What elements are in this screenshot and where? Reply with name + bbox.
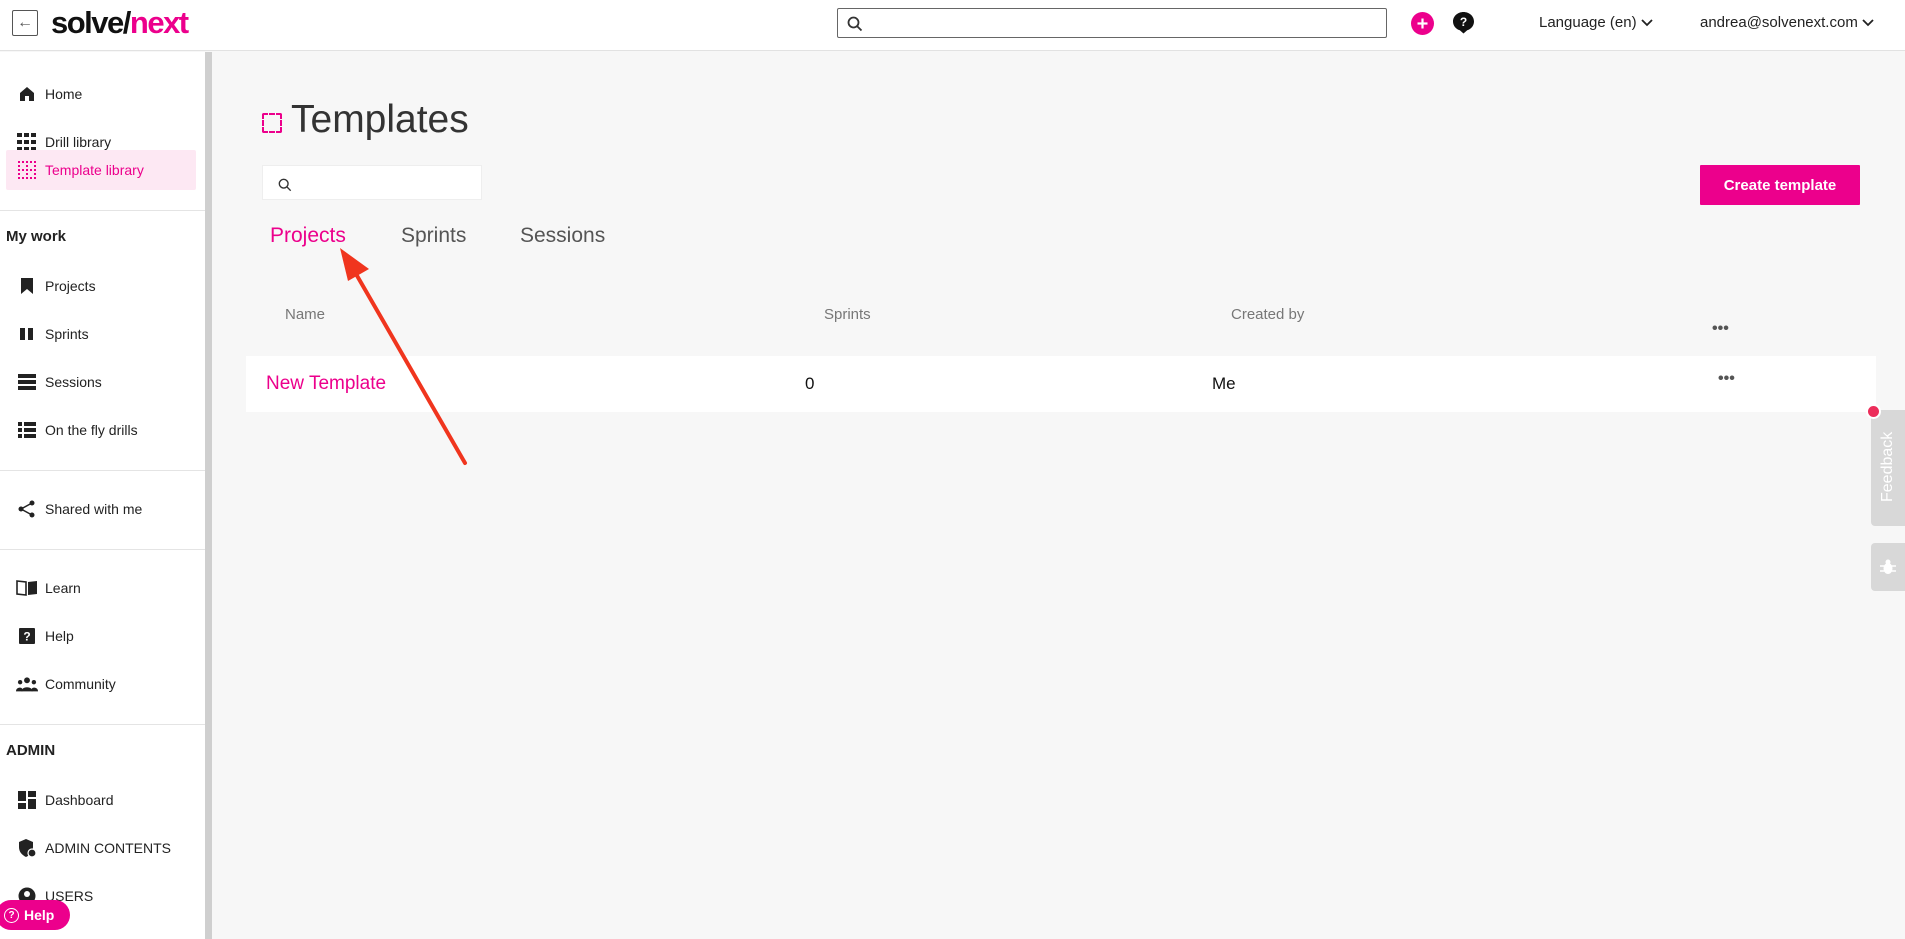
sidebar-scrollbar[interactable] <box>205 52 212 939</box>
sidebar-section-admin: ADMIN <box>6 742 56 759</box>
add-plus-icon[interactable] <box>1411 12 1434 35</box>
column-header-created-by[interactable]: Created by <box>1231 306 1304 323</box>
sidebar-item-label: Projects <box>45 278 96 294</box>
page-title: Templates <box>291 98 469 141</box>
feedback-tab[interactable]: Feedback <box>1871 410 1905 526</box>
bookmark-icon <box>16 275 38 297</box>
sidebar-item-label: Community <box>45 676 116 692</box>
svg-text:?: ? <box>1460 15 1467 29</box>
sidebar-item-dashboard[interactable]: Dashboard <box>6 780 196 820</box>
back-arrow-icon[interactable]: ← <box>12 10 38 36</box>
rows-icon <box>16 371 38 393</box>
user-email: andrea@solvenext.com <box>1700 14 1858 31</box>
sidebar-item-on-the-fly-drills[interactable]: On the fly drills <box>6 410 196 450</box>
sidebar-divider <box>0 549 205 550</box>
sidebar: Home Drill library Template library My w… <box>0 52 205 939</box>
sidebar-item-label: Learn <box>45 580 81 596</box>
column-header-name[interactable]: Name <box>285 306 325 323</box>
create-template-button[interactable]: Create template <box>1700 165 1860 205</box>
shield-icon <box>16 837 38 859</box>
list-icon <box>16 419 38 441</box>
user-menu[interactable]: andrea@solvenext.com <box>1700 14 1874 31</box>
help-floating-button[interactable]: ? Help <box>0 900 70 930</box>
dotted-grid-icon <box>16 159 38 181</box>
svg-text:?: ? <box>23 630 30 644</box>
sidebar-item-projects[interactable]: Projects <box>6 266 196 306</box>
search-icon <box>847 16 863 32</box>
sidebar-item-label: Dashboard <box>45 792 114 808</box>
template-icon <box>262 113 282 133</box>
sidebar-item-label: Home <box>45 86 83 102</box>
bug-report-icon[interactable] <box>1871 543 1905 591</box>
chevron-down-icon <box>1862 18 1874 26</box>
columns-icon <box>16 323 38 345</box>
sidebar-item-label: Sprints <box>45 326 89 342</box>
template-created-by: Me <box>1212 374 1236 393</box>
logo-text-next: next <box>129 5 189 40</box>
global-search-input[interactable] <box>837 8 1387 38</box>
language-label: Language (en) <box>1539 14 1637 31</box>
help-question-icon[interactable]: ? <box>1452 11 1475 34</box>
top-bar: ← solve/next ? Language (en) andrea@solv… <box>0 0 1905 51</box>
annotation-arrow <box>340 248 467 465</box>
search-icon <box>278 178 292 192</box>
sidebar-divider <box>0 470 205 471</box>
column-header-sprints[interactable]: Sprints <box>824 306 871 323</box>
templates-search-input[interactable] <box>262 165 482 200</box>
language-selector[interactable]: Language (en) <box>1539 14 1653 31</box>
sidebar-divider <box>0 724 205 725</box>
notification-dot <box>1866 404 1881 419</box>
sidebar-item-home[interactable]: Home <box>6 74 196 114</box>
question-icon: ? <box>16 625 38 647</box>
logo[interactable]: solve/next <box>51 5 189 41</box>
sidebar-divider <box>0 210 205 211</box>
sidebar-item-label: Template library <box>45 162 144 178</box>
help-pill-label: Help <box>24 907 55 923</box>
dashboard-icon <box>16 789 38 811</box>
logo-text-solve: solve/ <box>51 5 131 40</box>
home-icon <box>16 83 38 105</box>
template-sprints-count: 0 <box>805 374 815 393</box>
sidebar-item-label: On the fly drills <box>45 422 138 438</box>
sidebar-item-admin-contents[interactable]: ADMIN CONTENTS <box>6 828 196 868</box>
tab-sessions[interactable]: Sessions <box>520 224 605 248</box>
row-more-options-icon[interactable]: ••• <box>1718 370 1735 388</box>
sidebar-item-sprints[interactable]: Sprints <box>6 314 196 354</box>
sidebar-item-shared-with-me[interactable]: Shared with me <box>6 489 196 529</box>
book-icon <box>16 577 38 599</box>
table-row[interactable]: New Template 0 Me ••• <box>246 356 1876 412</box>
sidebar-item-label: Shared with me <box>45 501 143 517</box>
header-more-options-icon[interactable]: ••• <box>1712 320 1729 338</box>
sidebar-item-learn[interactable]: Learn <box>6 568 196 608</box>
sidebar-item-template-library[interactable]: Template library <box>6 150 196 190</box>
sidebar-item-sessions[interactable]: Sessions <box>6 362 196 402</box>
feedback-label: Feedback <box>1879 431 1896 502</box>
share-icon <box>16 498 38 520</box>
sidebar-item-label: Sessions <box>45 374 102 390</box>
sidebar-item-label: Help <box>45 628 74 644</box>
sidebar-item-help[interactable]: ? Help <box>6 616 196 656</box>
question-circle-icon: ? <box>4 907 19 923</box>
sidebar-item-label: Drill library <box>45 134 112 150</box>
sidebar-item-label: ADMIN CONTENTS <box>45 840 171 856</box>
chevron-down-icon <box>1640 18 1653 26</box>
sidebar-section-my-work: My work <box>6 228 67 245</box>
sidebar-item-community[interactable]: Community <box>6 664 196 704</box>
people-icon <box>16 673 38 695</box>
